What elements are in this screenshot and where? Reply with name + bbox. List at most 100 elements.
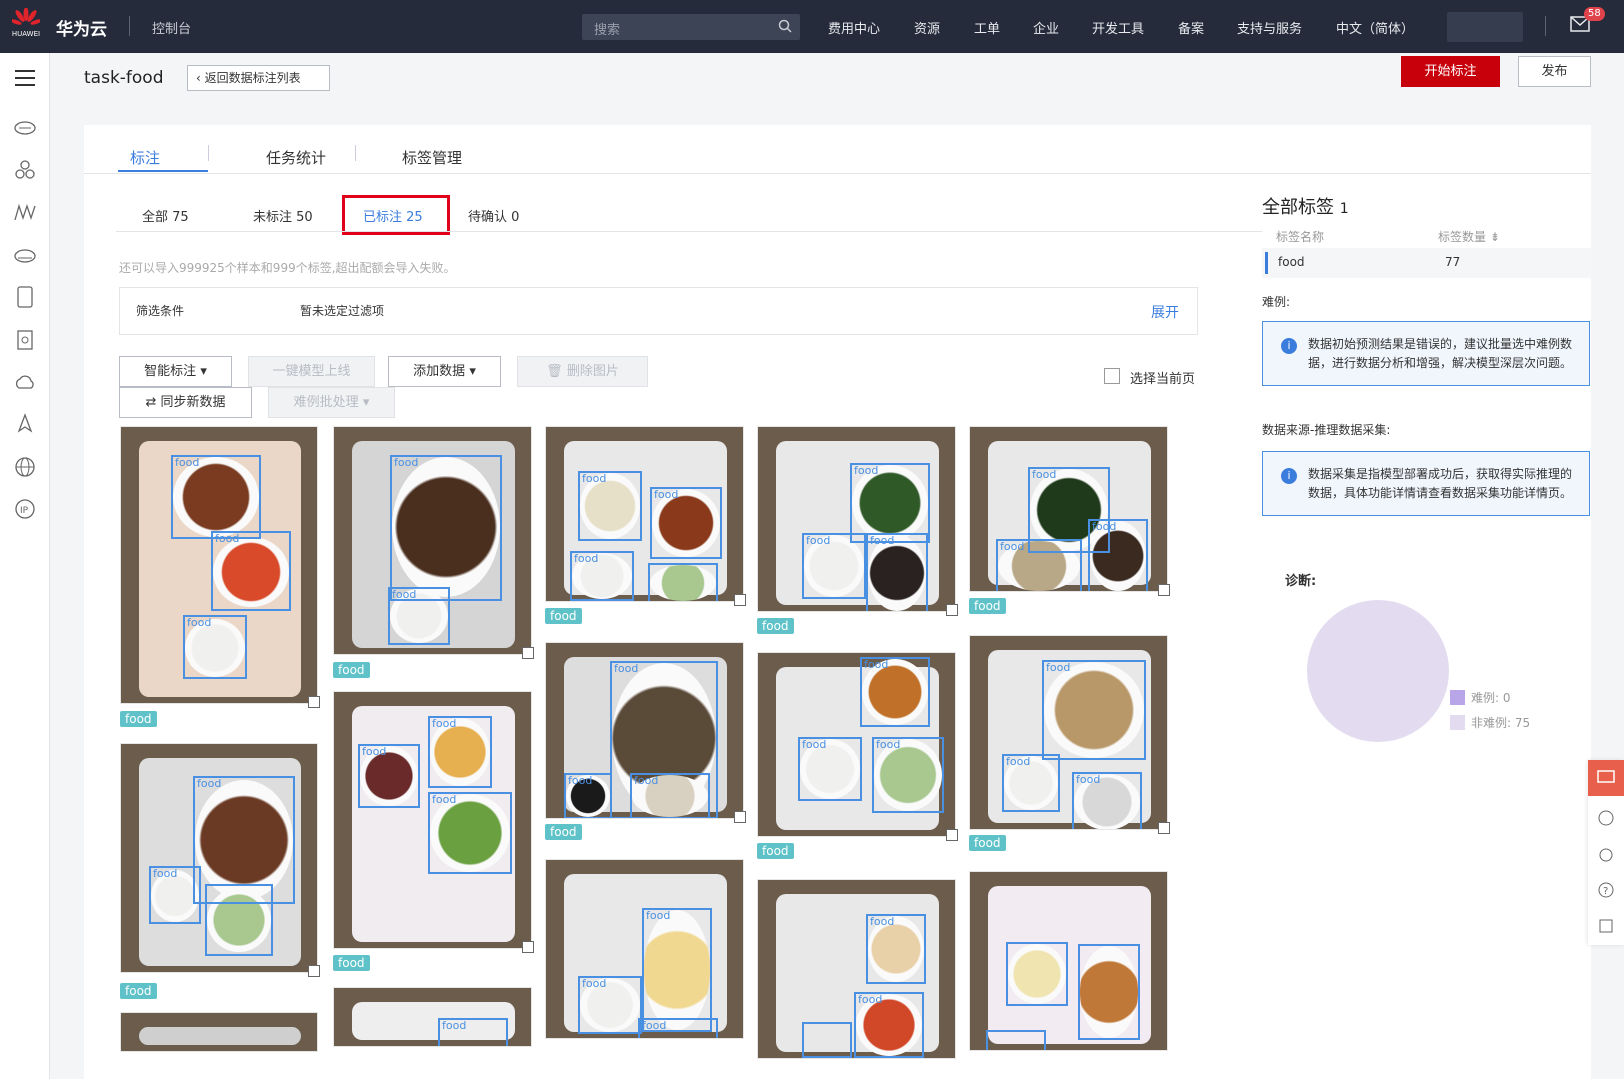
bounding-box[interactable]: food [183, 615, 247, 679]
storage-icon[interactable] [13, 243, 37, 267]
nav-language[interactable]: 中文（简体） [1336, 18, 1414, 37]
fullscreen-icon[interactable] [522, 647, 534, 659]
bounding-box[interactable] [802, 1022, 852, 1058]
start-labeling-button[interactable]: 开始标注 [1401, 56, 1500, 87]
bounding-box[interactable]: food [438, 1018, 508, 1046]
food-image[interactable]: food food food [545, 642, 744, 819]
nav-tickets[interactable]: 工单 [974, 18, 1000, 37]
fullscreen-icon[interactable] [1158, 584, 1170, 596]
cloud-icon[interactable] [13, 370, 37, 394]
food-image[interactable]: food food food [545, 859, 744, 1039]
document-icon[interactable] [13, 328, 37, 352]
bounding-box[interactable]: food [850, 463, 930, 543]
bounding-box[interactable]: food [798, 737, 862, 801]
fullscreen-icon[interactable] [1158, 822, 1170, 834]
fullscreen-icon[interactable] [734, 594, 746, 606]
tab-annotate[interactable]: 标注 [130, 147, 160, 168]
deploy-model-button[interactable]: 一键模型上线 [248, 356, 375, 387]
food-image[interactable]: food food food [757, 426, 956, 612]
food-image[interactable]: food food [757, 879, 956, 1059]
fullscreen-icon[interactable] [522, 941, 534, 953]
feedback-button[interactable] [1588, 760, 1624, 796]
food-image[interactable]: food food food [969, 426, 1168, 592]
bounding-box[interactable]: food [578, 471, 642, 541]
bounding-box[interactable]: food [650, 487, 722, 559]
food-image[interactable]: food food food [969, 635, 1168, 830]
bounding-box[interactable]: food [211, 531, 291, 611]
fullscreen-icon[interactable] [308, 965, 320, 977]
bounding-box[interactable] [986, 1030, 1046, 1050]
subtab-all[interactable]: 全部 75 [142, 206, 189, 225]
help-icon[interactable]: ? [1598, 882, 1614, 898]
sync-data-button[interactable]: ⇄ 同步新数据 [119, 387, 252, 418]
cloud-server-icon[interactable] [13, 115, 37, 139]
food-image[interactable]: food food food [545, 426, 744, 602]
bounding-box[interactable]: food [388, 587, 450, 645]
bounding-box[interactable]: food [642, 908, 712, 1032]
food-image[interactable]: food food [120, 743, 318, 973]
bounding-box[interactable]: food [996, 539, 1082, 591]
add-data-dropdown[interactable]: 添加数据 ▾ [388, 356, 501, 387]
nav-enterprise[interactable]: 企业 [1033, 18, 1059, 37]
bounding-box[interactable] [648, 563, 718, 601]
headset-icon[interactable] [1598, 846, 1614, 862]
nav-support[interactable]: 支持与服务 [1237, 18, 1302, 37]
select-page-checkbox[interactable] [1104, 368, 1120, 384]
menu-icon[interactable] [13, 66, 37, 90]
bounding-box[interactable]: food [358, 744, 420, 808]
console-link[interactable]: 控制台 [152, 18, 191, 37]
food-image[interactable] [969, 871, 1168, 1051]
deploy-icon[interactable] [13, 413, 37, 437]
bounding-box[interactable]: food [578, 976, 642, 1034]
brand-name[interactable]: 华为云 [56, 15, 107, 40]
publish-button[interactable]: 发布 [1518, 56, 1591, 87]
fullscreen-icon[interactable] [308, 696, 320, 708]
bounding-box[interactable]: food [570, 551, 634, 601]
hard-example-batch-dropdown[interactable]: 难例批处理 ▾ [268, 387, 395, 418]
bounding-box[interactable]: food [854, 992, 924, 1058]
edit-icon[interactable] [1598, 918, 1614, 934]
smart-label-dropdown[interactable]: 智能标注 ▾ [119, 356, 232, 387]
bounding-box[interactable]: food [872, 737, 944, 813]
ip-icon[interactable]: IP [13, 497, 37, 521]
bounding-box[interactable]: food [1042, 660, 1146, 760]
bounding-box[interactable]: food [428, 792, 512, 874]
subtab-pending[interactable]: 待确认 0 [468, 206, 519, 225]
fullscreen-icon[interactable] [946, 604, 958, 616]
bounding-box[interactable]: food [1002, 754, 1060, 812]
bounding-box[interactable]: food [564, 773, 612, 818]
account-menu[interactable] [1447, 12, 1523, 42]
fullscreen-icon[interactable] [734, 811, 746, 823]
food-image[interactable]: food food food [333, 691, 532, 949]
food-image[interactable]: food food food [120, 426, 318, 704]
device-icon[interactable] [13, 285, 37, 309]
search-icon[interactable] [778, 19, 792, 33]
food-image[interactable]: food food [333, 426, 532, 655]
nav-devtools[interactable]: 开发工具 [1092, 18, 1144, 37]
nav-resources[interactable]: 资源 [914, 18, 940, 37]
bounding-box[interactable]: food [638, 1018, 718, 1038]
food-image[interactable] [120, 1012, 318, 1052]
bounding-box[interactable]: food [802, 533, 866, 599]
bounding-box[interactable]: food [171, 455, 261, 539]
expand-filter-link[interactable]: 展开 [1151, 302, 1179, 322]
tab-statistics[interactable]: 任务统计 [266, 147, 326, 168]
globe-icon[interactable] [13, 455, 37, 479]
delete-images-button[interactable]: 🗑 删除图片 [517, 356, 648, 387]
search-input[interactable]: 搜索 [582, 14, 800, 40]
subtab-unlabeled[interactable]: 未标注 50 [253, 206, 313, 225]
bounding-box[interactable] [1078, 944, 1140, 1040]
nav-filing[interactable]: 备案 [1178, 18, 1204, 37]
bounding-box[interactable]: food [390, 455, 502, 601]
bounding-box[interactable]: food [860, 657, 930, 727]
bounding-box[interactable]: food [630, 773, 710, 818]
huawei-logo[interactable]: HUAWEI [10, 8, 42, 46]
tab-label-management[interactable]: 标签管理 [402, 147, 462, 168]
bounding-box[interactable]: food [149, 866, 201, 924]
back-to-list-button[interactable]: ‹ 返回数据标注列表 [187, 65, 330, 91]
bounding-box[interactable]: food [1088, 519, 1148, 591]
food-image[interactable]: food [333, 987, 532, 1047]
bounding-box[interactable]: food [428, 716, 492, 788]
col-label-count[interactable]: 标签数量 ⇟ [1438, 228, 1500, 245]
bounding-box[interactable] [205, 884, 273, 956]
